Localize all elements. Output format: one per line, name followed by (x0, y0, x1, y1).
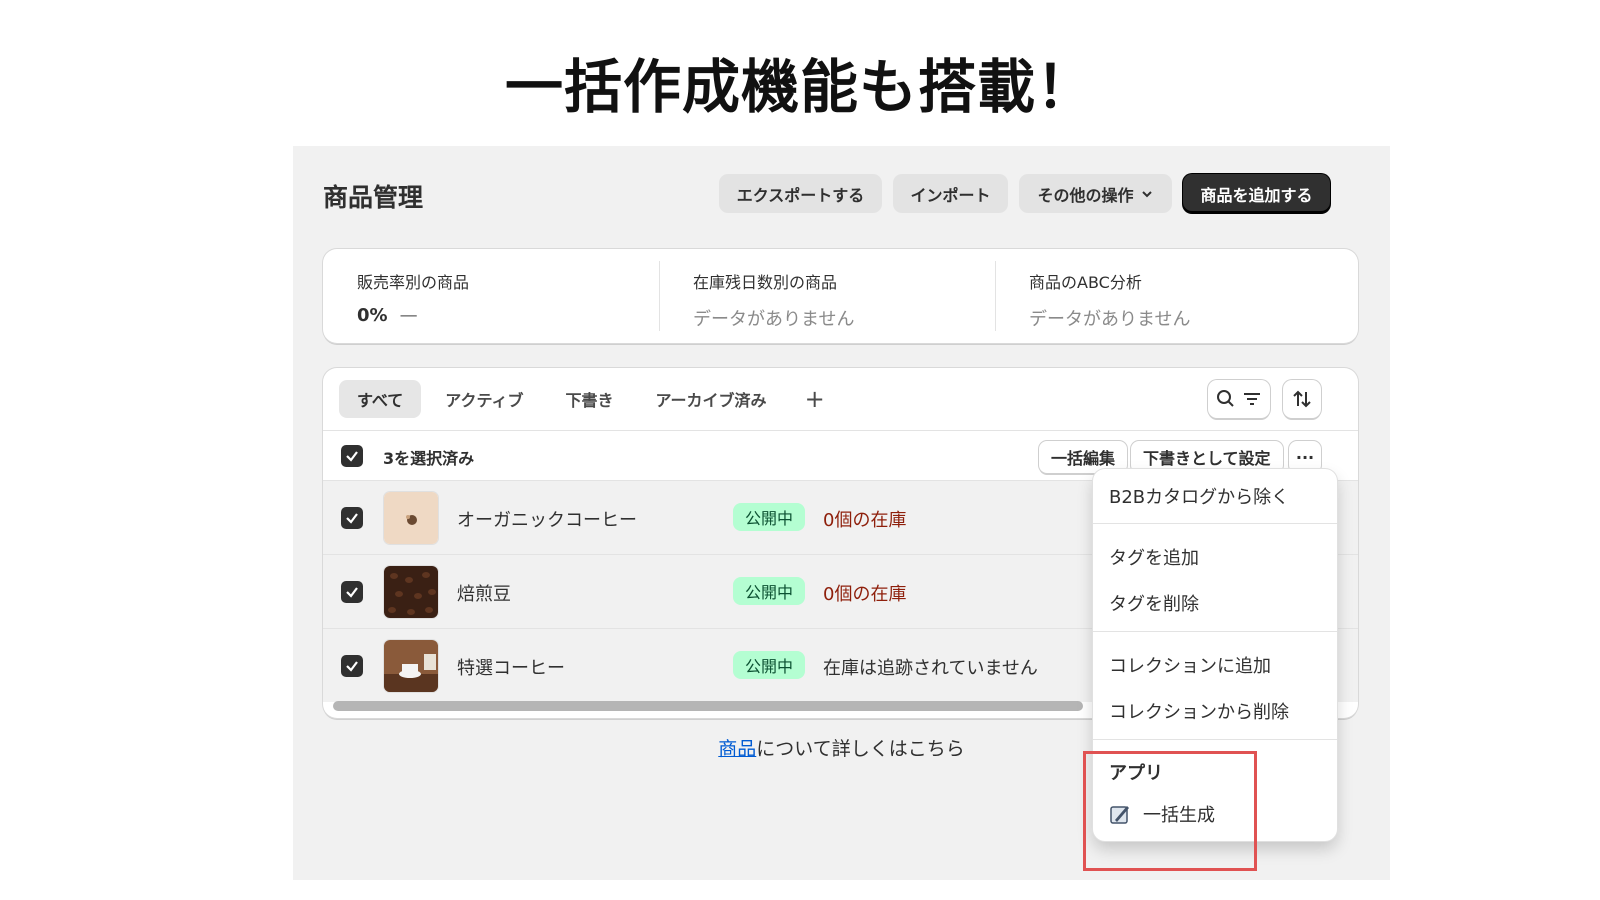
product-name[interactable]: 特選コーヒー (457, 654, 565, 680)
tab-archived[interactable]: アーカイブ済み (638, 380, 785, 418)
stat-empty: データがありません (693, 309, 855, 330)
menu-item-add-tags[interactable]: タグを追加 (1109, 544, 1199, 570)
import-button[interactable]: インポート (893, 174, 1008, 213)
stat-sell-through[interactable]: 販売率別の商品 0% — (323, 249, 668, 343)
check-icon (346, 587, 358, 598)
add-view-button[interactable]: + (791, 380, 839, 418)
status-badge: 公開中 (733, 651, 806, 679)
highlight-box (1083, 751, 1257, 871)
menu-divider (1093, 523, 1337, 524)
tab-active[interactable]: アクティブ (427, 380, 541, 418)
menu-item-remove-from-collection[interactable]: コレクションから削除 (1109, 698, 1289, 724)
row-checkbox[interactable] (341, 507, 363, 529)
stat-label: 商品のABC分析 (1029, 273, 1142, 292)
more-actions-label: その他の操作 (1037, 185, 1134, 205)
learn-more-suffix: について詳しくはこちら (756, 738, 965, 760)
selected-count: 3を選択済み (383, 449, 475, 468)
row-checkbox[interactable] (341, 581, 363, 603)
export-button[interactable]: エクスポートする (719, 174, 882, 213)
more-actions-button[interactable]: その他の操作 (1019, 174, 1172, 213)
stat-number: 0% (357, 305, 388, 326)
chevron-down-icon (1141, 190, 1152, 197)
product-thumbnail (383, 565, 439, 619)
status-badge: 公開中 (733, 577, 806, 605)
product-thumbnail (383, 491, 439, 545)
check-icon (346, 451, 358, 462)
check-icon (346, 513, 358, 524)
tab-draft[interactable]: 下書き (548, 380, 632, 418)
product-name[interactable]: オーガニックコーヒー (457, 506, 637, 532)
stat-label: 販売率別の商品 (357, 273, 470, 292)
inventory-status: 0個の在庫 (823, 510, 907, 531)
menu-item-remove-tags[interactable]: タグを削除 (1109, 590, 1199, 616)
products-help-link[interactable]: 商品 (718, 738, 756, 760)
menu-item-add-to-collection[interactable]: コレクションに追加 (1109, 652, 1271, 678)
stat-label: 在庫残日数別の商品 (693, 273, 838, 292)
status-badge: 公開中 (733, 503, 806, 531)
product-name[interactable]: 焙煎豆 (457, 580, 511, 606)
menu-divider (1093, 739, 1337, 740)
filter-icon (1244, 393, 1260, 405)
search-filter-button[interactable] (1208, 380, 1270, 418)
menu-item-remove-b2b-catalog[interactable]: B2Bカタログから除く (1109, 483, 1289, 509)
select-all-checkbox[interactable] (341, 445, 363, 467)
product-thumbnail (383, 639, 439, 693)
headline: 一括作成機能も搭載！ (504, 53, 1095, 121)
check-icon (346, 661, 358, 672)
page-title: 商品管理 (323, 183, 424, 212)
sort-icon (1293, 390, 1311, 408)
row-checkbox[interactable] (341, 655, 363, 677)
stat-abc-analysis[interactable]: 商品のABC分析 データがありません (995, 249, 1340, 343)
horizontal-scrollbar[interactable] (333, 701, 1083, 711)
add-product-button[interactable]: 商品を追加する (1183, 174, 1330, 213)
inventory-status: 在庫は追跡されていません (823, 658, 1038, 679)
tab-all[interactable]: すべて (339, 380, 422, 418)
stat-empty: データがありません (1029, 309, 1191, 330)
stat-days-of-inventory[interactable]: 在庫残日数別の商品 データがありません (659, 249, 1004, 343)
stat-trend: — (399, 305, 418, 326)
inventory-status: 0個の在庫 (823, 584, 907, 605)
analytics-card: 販売率別の商品 0% — 在庫残日数別の商品 データがありません 商品のABC分析… (323, 249, 1358, 343)
filter-tabs: すべて アクティブ 下書き アーカイブ済み + (339, 380, 839, 418)
sort-button[interactable] (1283, 380, 1321, 418)
menu-divider (1093, 631, 1337, 632)
stat-value: 0% — (357, 305, 668, 326)
search-icon (1217, 390, 1234, 407)
